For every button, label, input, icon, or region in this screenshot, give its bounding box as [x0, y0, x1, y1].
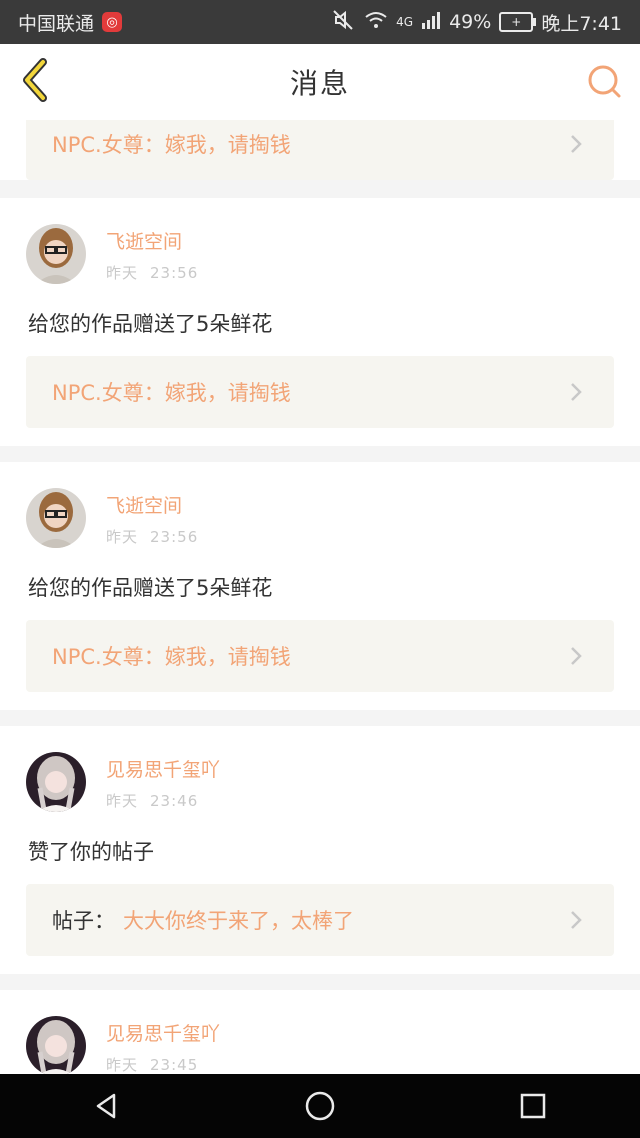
date-text: 昨天 — [106, 528, 139, 546]
user-meta: 见易思千玺吖 昨天 23:45 — [106, 1016, 220, 1074]
system-home-button[interactable] — [290, 1076, 350, 1136]
timestamp: 昨天 23:56 — [106, 526, 210, 547]
message-list[interactable]: NPC.女尊：嫁我，请掏钱 飞逝空间 昨天 23:56 给您的作品赠送了5朵鲜花… — [0, 120, 640, 1074]
status-bar: 中国联通 ◎ 4G 49% + 晚上7:41 — [0, 0, 640, 44]
quoted-post-link[interactable]: 帖子： 大大你终于来了，太棒了 — [26, 884, 614, 956]
chevron-right-icon — [571, 383, 582, 401]
chevron-right-icon — [571, 647, 582, 665]
chevron-right-icon — [571, 911, 582, 929]
search-icon — [586, 63, 622, 103]
carrier-name: 中国联通 — [18, 12, 95, 35]
status-left: 中国联通 ◎ — [18, 9, 123, 36]
chevron-right-icon — [571, 135, 582, 153]
message-text: 赞了你的帖子 — [28, 840, 154, 864]
avatar[interactable] — [26, 1016, 86, 1074]
time-text: 23:45 — [150, 1056, 199, 1074]
user-meta: 飞逝空间 昨天 23:56 — [106, 488, 210, 547]
message-card: 见易思千玺吖 昨天 23:46 赞了你的帖子 帖子： 大大你终于来了，太棒了 — [0, 726, 640, 974]
timestamp: 昨天 23:46 — [106, 790, 220, 811]
username[interactable]: 飞逝空间 — [106, 230, 210, 254]
battery-icon: + — [499, 12, 537, 32]
message-header: 飞逝空间 昨天 23:56 — [26, 224, 210, 284]
quoted-work-link[interactable]: NPC.女尊：嫁我，请掏钱 — [26, 120, 614, 180]
username[interactable]: 见易思千玺吖 — [106, 1022, 220, 1046]
time-text: 23:56 — [150, 528, 199, 546]
date-text: 昨天 — [106, 264, 139, 282]
quoted-work-link[interactable]: NPC.女尊：嫁我，请掏钱 — [26, 620, 614, 692]
quoted-work-text: NPC.女尊：嫁我，请掏钱 — [52, 381, 291, 405]
time-text: 23:56 — [150, 264, 199, 282]
avatar[interactable] — [26, 752, 86, 812]
message-card-partial: NPC.女尊：嫁我，请掏钱 — [0, 120, 640, 180]
timestamp: 昨天 23:45 — [106, 1054, 220, 1074]
message-card: 飞逝空间 昨天 23:56 给您的作品赠送了5朵鲜花 NPC.女尊：嫁我，请掏钱 — [0, 198, 640, 446]
message-header: 见易思千玺吖 昨天 23:46 — [26, 752, 220, 812]
recent-square-icon — [521, 1093, 546, 1119]
page-title: 消息 — [289, 67, 350, 100]
avatar[interactable] — [26, 224, 86, 284]
username[interactable]: 见易思千玺吖 — [106, 758, 220, 782]
mute-icon — [332, 9, 356, 36]
quoted-work-text: NPC.女尊：嫁我，请掏钱 — [52, 133, 291, 157]
top-nav-bar: 消息 — [0, 44, 640, 121]
avatar[interactable] — [26, 488, 86, 548]
clock: 晚上7:41 — [541, 12, 622, 35]
signal-icon — [421, 11, 441, 34]
back-triangle-icon — [96, 1093, 115, 1119]
quoted-work-link[interactable]: NPC.女尊：嫁我，请掏钱 — [26, 356, 614, 428]
system-recent-apps-button[interactable] — [503, 1076, 563, 1136]
quote-prefix: 帖子： — [52, 909, 115, 933]
date-text: 昨天 — [106, 1056, 139, 1074]
back-button[interactable] — [16, 58, 56, 106]
message-text: 给您的作品赠送了5朵鲜花 — [28, 576, 273, 600]
user-meta: 见易思千玺吖 昨天 23:46 — [106, 752, 220, 811]
user-meta: 飞逝空间 昨天 23:56 — [106, 224, 210, 283]
status-right: 4G 49% + 晚上7:41 — [332, 9, 622, 36]
battery-percent: 49% — [449, 11, 492, 33]
netease-icon: ◎ — [102, 12, 123, 32]
message-text: 给您的作品赠送了5朵鲜花 — [28, 312, 273, 336]
chevron-left-icon — [21, 58, 51, 106]
date-text: 昨天 — [106, 792, 139, 810]
network-type: 4G — [396, 15, 414, 29]
search-button[interactable] — [584, 63, 624, 103]
quoted-post-text: 大大你终于来了，太棒了 — [123, 909, 354, 933]
message-card: 见易思千玺吖 昨天 23:45 — [0, 990, 640, 1074]
system-back-button[interactable] — [77, 1076, 137, 1136]
quoted-work-text: NPC.女尊：嫁我，请掏钱 — [52, 645, 291, 669]
home-circle-icon — [305, 1091, 335, 1121]
system-navigation-bar — [0, 1074, 640, 1138]
timestamp: 昨天 23:56 — [106, 262, 210, 283]
message-card: 飞逝空间 昨天 23:56 给您的作品赠送了5朵鲜花 NPC.女尊：嫁我，请掏钱 — [0, 462, 640, 710]
wifi-icon — [364, 11, 388, 34]
message-header: 见易思千玺吖 昨天 23:45 — [26, 1016, 220, 1074]
time-text: 23:46 — [150, 792, 199, 810]
message-header: 飞逝空间 昨天 23:56 — [26, 488, 210, 548]
username[interactable]: 飞逝空间 — [106, 494, 210, 518]
